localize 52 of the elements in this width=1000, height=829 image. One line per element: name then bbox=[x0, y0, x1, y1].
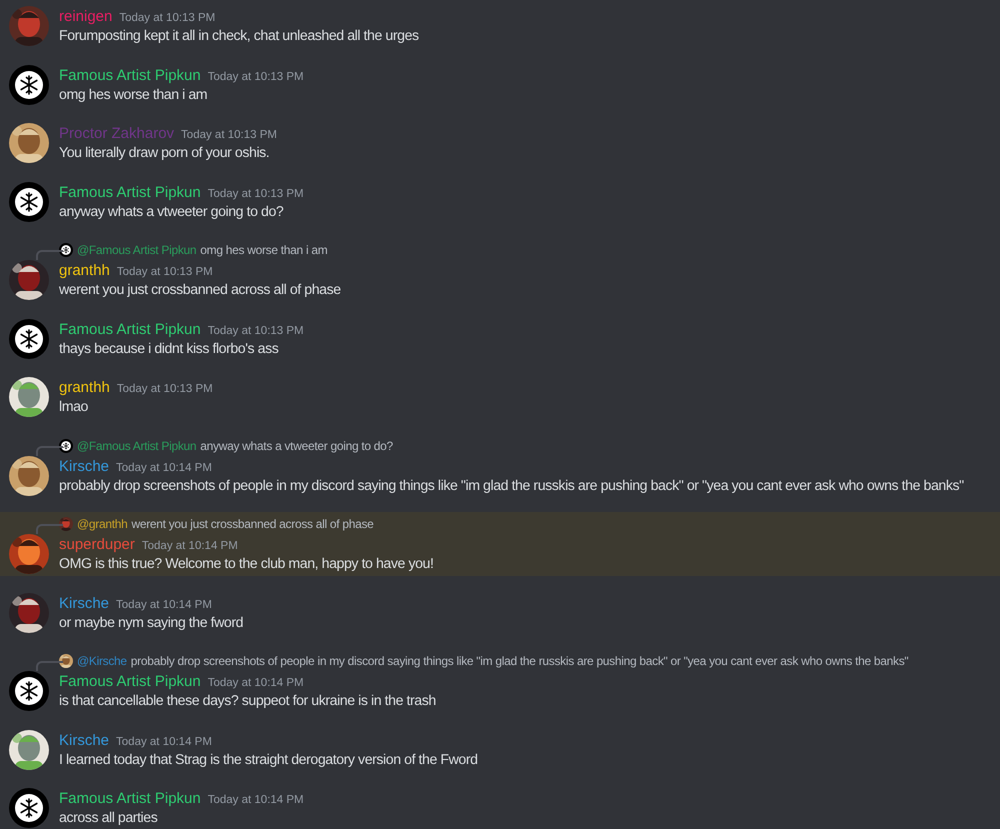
message-text: anyway whats a vtweeter going to do? bbox=[59, 202, 284, 222]
author-name[interactable]: Famous Artist Pipkun bbox=[59, 671, 201, 694]
author-name[interactable]: Kirsche bbox=[59, 592, 110, 615]
message-text: werent you just crossbanned across all of phase bbox=[59, 281, 341, 300]
reply-preview[interactable]: omg hes worse than i am bbox=[200, 241, 328, 259]
message-text: You literally draw porn of your oshis. bbox=[59, 144, 270, 163]
message-text: OMG is this true? Welcome to the club man, happy to have you! bbox=[59, 555, 434, 574]
message-text: is that cancellable these days? suppeot for ukraine is in the trash bbox=[59, 692, 436, 711]
author-name[interactable]: granthh bbox=[59, 260, 110, 282]
reply-author[interactable]: @Kirsche bbox=[77, 652, 127, 670]
author-name[interactable]: Famous Artist Pipkun bbox=[59, 64, 201, 87]
snowflake-avatar-icon bbox=[59, 243, 73, 257]
timestamp: Today at 10:14 PM bbox=[208, 676, 304, 691]
snowflake-avatar-icon bbox=[59, 438, 73, 452]
snowflake-avatar-icon bbox=[9, 64, 49, 104]
timestamp: Today at 10:14 PM bbox=[142, 539, 238, 554]
timestamp: Today at 10:14 PM bbox=[116, 734, 212, 750]
reply-author[interactable]: @granthh bbox=[77, 515, 128, 533]
author-name[interactable]: superduper bbox=[59, 534, 135, 556]
reply-preview[interactable]: werent you just crossbanned across all of phase bbox=[131, 515, 374, 533]
reply-author[interactable]: @Famous Artist Pipkun bbox=[77, 436, 196, 454]
snowflake-avatar-icon bbox=[9, 182, 49, 222]
author-name[interactable]: Famous Artist Pipkun bbox=[59, 788, 201, 810]
message-text: or maybe nym saying the fword bbox=[59, 614, 244, 632]
message-text: I learned today that Strag is the straight derogatory version of the Fword bbox=[59, 750, 478, 770]
author-name[interactable]: Famous Artist Pipkun bbox=[59, 318, 201, 341]
message-text: probably drop screenshots of people in my discord saying things like "im glad the russkis are pushing back" or "yea you cant ever ask who owns the banks" bbox=[59, 476, 964, 496]
message-text: Forumposting kept it all in check, chat unleashed all the urges bbox=[59, 27, 419, 46]
snowflake-avatar-icon bbox=[9, 671, 49, 711]
timestamp: Today at 10:13 PM bbox=[208, 324, 304, 338]
snowflake-avatar-icon bbox=[9, 788, 49, 828]
message-text: thays because i didnt kiss florbo's ass bbox=[59, 340, 280, 358]
timestamp: Today at 10:13 PM bbox=[181, 128, 277, 143]
author-name[interactable]: Famous Artist Pipkun bbox=[59, 182, 201, 204]
reply-preview[interactable]: anyway whats a vtweeter going to do? bbox=[200, 436, 393, 454]
message-text: omg hes worse than i am bbox=[59, 86, 208, 104]
reply-preview[interactable]: probably drop screenshots of people in my discord saying things like "im glad the russkis are pushing back" or "yea you cant ever ask who owns the banks" bbox=[130, 652, 908, 670]
timestamp: Today at 10:13 PM bbox=[116, 382, 213, 397]
author-name[interactable]: granthh bbox=[59, 377, 110, 400]
message-text: lmao bbox=[59, 398, 89, 417]
timestamp: Today at 10:14 PM bbox=[208, 793, 304, 808]
timestamp: Today at 10:13 PM bbox=[208, 70, 304, 84]
author-name[interactable]: Kirsche bbox=[59, 456, 110, 478]
snowflake-avatar-icon bbox=[9, 318, 49, 358]
timestamp: Today at 10:13 PM bbox=[208, 186, 304, 202]
timestamp: Today at 10:14 PM bbox=[116, 598, 212, 612]
timestamp: Today at 10:14 PM bbox=[116, 460, 212, 476]
timestamp: Today at 10:13 PM bbox=[116, 265, 213, 280]
timestamp: Today at 10:13 PM bbox=[119, 11, 216, 26]
reply-author[interactable]: @Famous Artist Pipkun bbox=[77, 241, 196, 259]
author-name[interactable]: Kirsche bbox=[59, 730, 110, 752]
message-text: across all parties bbox=[59, 809, 158, 828]
